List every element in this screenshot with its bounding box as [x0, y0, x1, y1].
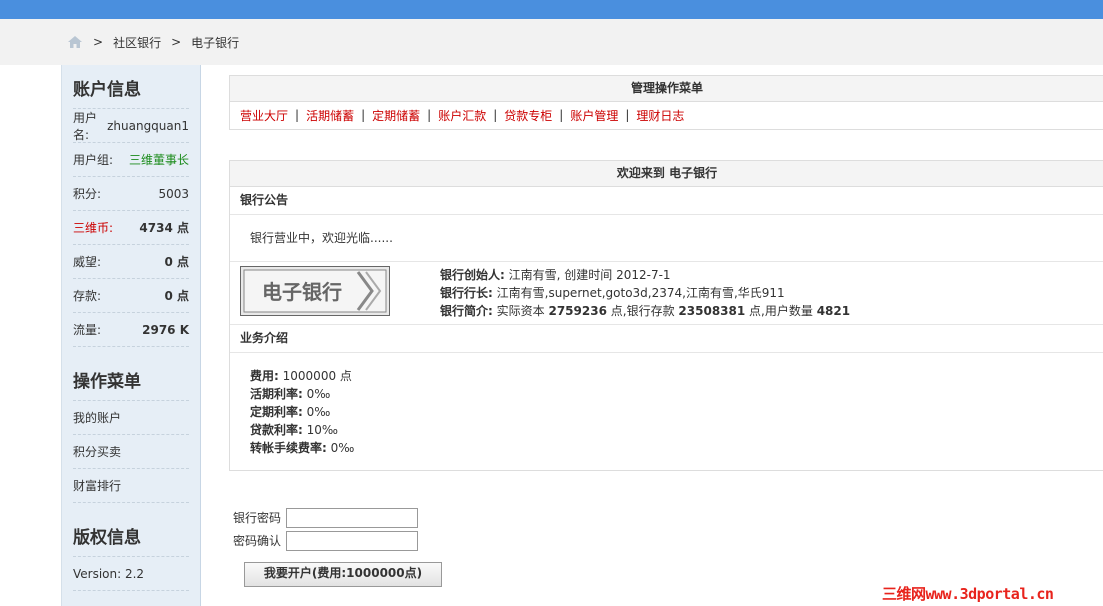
site-watermark: 三维网www.3dportal.cn: [882, 585, 1054, 603]
account-row-deposit: 存款: 0 点: [73, 279, 189, 313]
deposit-label: 存款:: [73, 289, 102, 303]
menu-panel-title: 管理操作菜单: [230, 76, 1103, 102]
loan-rate-row: 贷款利率: 10‰: [250, 423, 339, 437]
menu-link-remittance[interactable]: 账户汇款: [438, 107, 486, 124]
menu-panel: 管理操作菜单 营业大厅 | 活期储蓄 | 定期储蓄 | 账户汇款 | 贷款专柜 …: [229, 75, 1103, 130]
business-heading: 业务介绍: [230, 325, 1103, 353]
breadcrumb: > 社区银行 > 电子银行: [67, 33, 239, 51]
svg-text:电子银行: 电子银行: [262, 280, 342, 304]
prestige-value: 0 点: [164, 255, 189, 269]
menu-link-current-savings[interactable]: 活期储蓄: [306, 107, 354, 124]
welcome-panel: 欢迎来到 电子银行 银行公告 银行营业中，欢迎光临...... 电子银行 银行创…: [229, 160, 1103, 471]
version-text: Version: 2.2: [73, 566, 145, 581]
points-value: 5003: [158, 186, 189, 201]
coins-label: 三维币:: [73, 221, 114, 235]
bank-info: 电子银行 银行创始人: 江南有雪, 创建时间 2012-7-1 银行行长: 江南…: [230, 262, 1103, 325]
prestige-label: 威望:: [73, 255, 102, 269]
account-row-username: 用户名: zhuangquan1: [73, 109, 189, 143]
bank-password-input[interactable]: [286, 507, 418, 528]
menu-link-loans[interactable]: 贷款专柜: [504, 107, 552, 124]
coins-value: 4734 点: [139, 221, 189, 235]
ops-menu-heading: 操作菜单: [73, 357, 189, 401]
account-row-coins: 三维币: 4734 点: [73, 211, 189, 245]
breadcrumb-item-community-bank[interactable]: 社区银行: [113, 34, 161, 51]
menu-link-account-management[interactable]: 账户管理: [570, 107, 618, 124]
welcome-title: 欢迎来到 电子银行: [230, 161, 1103, 187]
sidebar-item-points-trade[interactable]: 积分买卖: [73, 435, 189, 469]
sidebar: 账户信息 用户名: zhuangquan1 用户组: 三维董事长 积分: 500…: [61, 65, 201, 606]
usergroup-value: 三维董事长: [128, 153, 189, 167]
menu-link-fixed-savings[interactable]: 定期储蓄: [372, 107, 420, 124]
founder-line: 银行创始人: 江南有雪, 创建时间 2012-7-1: [440, 268, 671, 282]
ops-menu-links: 营业大厅 | 活期储蓄 | 定期储蓄 | 账户汇款 | 贷款专柜 | 账户管理 …: [240, 107, 685, 124]
username-label: 用户名:: [73, 110, 98, 142]
current-rate-row: 活期利率: 0‰: [250, 387, 331, 401]
confirm-password-input[interactable]: [286, 530, 418, 551]
menu-link-finance-log[interactable]: 理财日志: [636, 107, 684, 124]
fees-list: 费用: 1000000 点 活期利率: 0‰ 定期利率: 0‰ 贷款利率: 10…: [230, 353, 1103, 467]
breadcrumb-separator: >: [93, 35, 104, 49]
managers-line: 银行行长: 江南有雪,supernet,goto3d,2374,江南有雪,华氏9…: [440, 286, 785, 300]
password-label: 银行密码: [233, 511, 282, 525]
deposit-value: 0 点: [164, 289, 189, 303]
top-bar: [0, 0, 1103, 19]
open-account-form: 银行密码 密码确认: [233, 506, 418, 552]
account-row-points: 积分: 5003: [73, 177, 189, 211]
username-value: zhuangquan1: [107, 118, 189, 133]
traffic-value: 2976 K: [142, 322, 189, 337]
account-row-prestige: 威望: 0 点: [73, 245, 189, 279]
fee-row: 费用: 1000000 点: [250, 369, 352, 383]
confirm-label: 密码确认: [233, 534, 282, 548]
account-row-traffic: 流量: 2976 K: [73, 313, 189, 347]
intro-line: 银行简介: 实际资本 2759236 点,银行存款 23508381 点,用户数…: [440, 304, 851, 318]
sidebar-item-my-account[interactable]: 我的账户: [73, 401, 189, 435]
bank-details: 银行创始人: 江南有雪, 创建时间 2012-7-1 银行行长: 江南有雪,su…: [440, 266, 850, 320]
notice-heading: 银行公告: [230, 187, 1103, 215]
breadcrumb-item-e-bank[interactable]: 电子银行: [191, 34, 239, 51]
traffic-label: 流量:: [73, 323, 102, 337]
breadcrumb-separator: >: [171, 35, 182, 49]
open-account-button[interactable]: 我要开户(费用:1000000点): [244, 562, 442, 587]
usergroup-label: 用户组:: [73, 153, 114, 167]
account-info-heading: 账户信息: [73, 65, 189, 109]
fixed-rate-row: 定期利率: 0‰: [250, 405, 331, 419]
points-label: 积分:: [73, 187, 102, 201]
copyright-heading: 版权信息: [73, 513, 189, 557]
sidebar-item-wealth-ranking[interactable]: 财富排行: [73, 469, 189, 503]
menu-link-lobby[interactable]: 营业大厅: [240, 107, 288, 124]
version-row: Version: 2.2: [73, 557, 189, 591]
transfer-fee-row: 转帐手续费率: 0‰: [250, 441, 355, 455]
account-row-usergroup: 用户组: 三维董事长: [73, 143, 189, 177]
home-icon[interactable]: [67, 35, 83, 49]
notice-text: 银行营业中，欢迎光临......: [230, 215, 1103, 262]
e-bank-logo: 电子银行: [240, 266, 390, 316]
